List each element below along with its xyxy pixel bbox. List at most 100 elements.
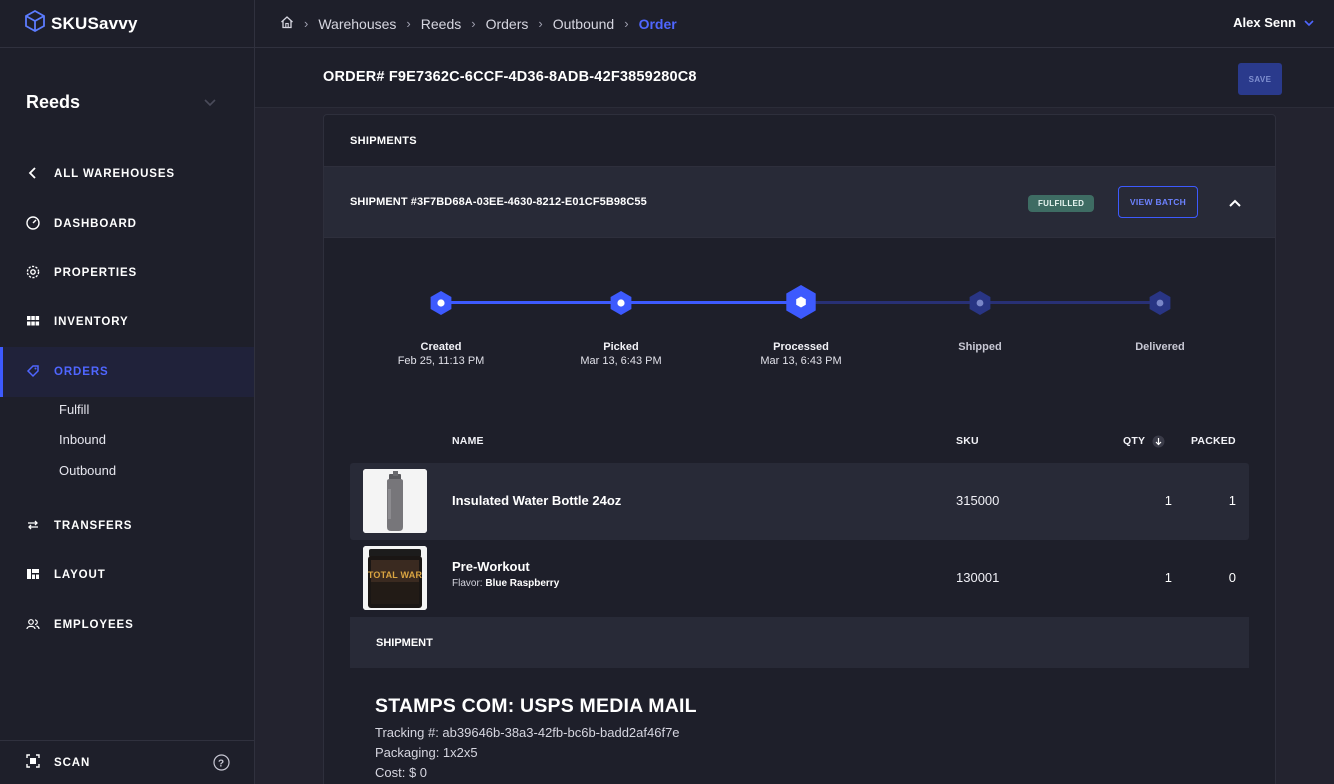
sidebar-item-label: INVENTORY [54, 316, 129, 328]
scan-button[interactable]: SCAN ? [0, 740, 254, 784]
page-title: ORDER# F9E7362C-6CCF-4D36-8ADB-42F385928… [323, 69, 697, 85]
scan-icon [26, 754, 40, 771]
column-sku[interactable]: SKU [956, 435, 979, 447]
breadcrumb-reeds[interactable]: Reeds [421, 16, 461, 32]
item-qty: 1 [1164, 493, 1172, 508]
shipment-id: SHIPMENT #3F7BD68A-03EE-4630-8212-E01CF5… [350, 196, 647, 208]
sidebar-subitem-fulfill[interactable]: Fulfill [59, 402, 89, 417]
breadcrumb-orders[interactable]: Orders [486, 16, 529, 32]
chevron-right-icon: › [624, 16, 629, 31]
chevron-right-icon: › [406, 16, 411, 31]
tag-icon [26, 364, 40, 381]
breadcrumb-warehouses[interactable]: Warehouses [318, 16, 396, 32]
sidebar-item-label: EMPLOYEES [54, 619, 134, 631]
users-icon [26, 617, 40, 634]
chevron-up-icon[interactable] [1228, 195, 1242, 213]
shipment-section-heading: SHIPMENT [350, 617, 1249, 668]
breadcrumb-outbound[interactable]: Outbound [553, 16, 615, 32]
shipments-card: SHIPMENTS SHIPMENT #3F7BD68A-03EE-4630-8… [323, 114, 1276, 784]
home-icon[interactable] [280, 15, 294, 32]
chevron-right-icon: › [471, 16, 476, 31]
table-row[interactable]: Insulated Water Bottle 24oz 315000 1 1 [350, 463, 1249, 540]
save-button[interactable]: SAVE [1238, 63, 1282, 95]
step-picked-icon [607, 289, 635, 322]
item-qty: 1 [1164, 570, 1172, 585]
shipments-heading: SHIPMENTS [324, 115, 1275, 167]
step-created-label: Created [420, 341, 462, 353]
column-qty[interactable]: QTY [1123, 435, 1145, 447]
items-table-header: NAME SKU QTY PACKED [324, 435, 1277, 449]
sidebar-item-layout[interactable]: LAYOUT [0, 559, 254, 591]
sidebar-item-inventory[interactable]: INVENTORY [0, 306, 254, 338]
view-batch-button[interactable]: VIEW BATCH [1118, 186, 1198, 218]
step-created-icon [427, 289, 455, 322]
shipping-cost: Cost: $ 0 [375, 765, 428, 780]
carrier-name: STAMPS COM: USPS MEDIA MAIL [375, 695, 697, 717]
sidebar-item-dashboard[interactable]: DASHBOARD [0, 208, 254, 240]
sidebar-item-label: TRANSFERS [54, 520, 133, 532]
step-processed-label: Processed [773, 341, 829, 353]
cube-logo-icon [25, 9, 45, 37]
sort-down-icon[interactable] [1152, 435, 1165, 453]
product-image-bottle [363, 469, 427, 533]
user-name: Alex Senn [1233, 15, 1296, 30]
svg-text:?: ? [218, 758, 225, 769]
chevron-left-icon [26, 166, 40, 183]
sidebar-subitem-outbound[interactable]: Outbound [59, 463, 116, 478]
order-header: ORDER# F9E7362C-6CCF-4D36-8ADB-42F385928… [255, 48, 1334, 108]
variant-value: Blue Raspberry [485, 578, 560, 589]
variant-label: Flavor: [452, 578, 483, 589]
packaging-info: Packaging: 1x2x5 [375, 745, 478, 760]
help-icon[interactable]: ? [213, 754, 230, 774]
sidebar-item-transfers[interactable]: TRANSFERS [0, 510, 254, 542]
item-packed: 1 [1228, 493, 1236, 508]
item-sku: 315000 [956, 493, 1000, 508]
chevron-down-icon [1304, 15, 1314, 30]
brand[interactable]: SKUSavvy [0, 0, 254, 48]
item-variant: Flavor: Blue Raspberry [452, 578, 559, 589]
step-processed-icon [782, 283, 820, 326]
step-picked-label: Picked [603, 341, 639, 353]
step-processed-date: Mar 13, 6:43 PM [760, 355, 842, 367]
warehouse-name: Reeds [26, 92, 81, 112]
item-packed: 0 [1228, 570, 1236, 585]
step-delivered-label: Delivered [1135, 341, 1185, 353]
sidebar-item-properties[interactable]: PROPERTIES [0, 257, 254, 289]
table-row[interactable]: TOTAL WAR Pre-Workout Flavor: Blue Raspb… [350, 540, 1249, 617]
sidebar-item-label: DASHBOARD [54, 218, 137, 230]
product-label-text: TOTAL WAR [367, 570, 423, 580]
shipment-header[interactable]: SHIPMENT #3F7BD68A-03EE-4630-8212-E01CF5… [324, 167, 1275, 238]
scan-label: SCAN [54, 756, 91, 769]
breadcrumb: › Warehouses › Reeds › Orders › Outbound… [280, 15, 677, 32]
step-created-date: Feb 25, 11:13 PM [397, 355, 485, 367]
sidebar: SKUSavvy Reeds ALL WAREHOUSES DASHBOARD … [0, 0, 255, 784]
chevron-right-icon: › [304, 16, 309, 31]
sidebar-item-all-warehouses[interactable]: ALL WAREHOUSES [0, 158, 254, 190]
gauge-icon [26, 215, 40, 233]
breadcrumb-current: Order [638, 15, 677, 32]
topbar: › Warehouses › Reeds › Orders › Outbound… [255, 0, 1334, 48]
column-packed[interactable]: PACKED [1191, 435, 1236, 447]
user-menu[interactable]: Alex Senn [1233, 15, 1314, 30]
product-image-preworkout: TOTAL WAR [363, 546, 427, 610]
step-shipped-label: Shipped [958, 341, 1002, 353]
chevron-down-icon [204, 94, 216, 112]
shipment-progress: Created Feb 25, 11:13 PM Picked Mar 13, … [324, 275, 1277, 375]
tracking-number[interactable]: Tracking #: ab39646b-38a3-42fb-bc6b-badd… [375, 725, 680, 740]
item-name: Pre-Workout [452, 559, 530, 574]
column-name[interactable]: NAME [452, 435, 484, 447]
sidebar-item-orders[interactable]: ORDERS [0, 347, 254, 397]
status-badge: FULFILLED [1028, 195, 1095, 212]
step-delivered-icon [1146, 289, 1174, 322]
arrows-icon [26, 518, 40, 535]
sidebar-item-label: PROPERTIES [54, 267, 138, 279]
sidebar-item-employees[interactable]: EMPLOYEES [0, 609, 254, 641]
item-sku: 130001 [956, 570, 1000, 585]
layout-icon [26, 567, 40, 584]
brand-name: SKUSavvy [51, 13, 138, 33]
sidebar-subitem-inbound[interactable]: Inbound [59, 432, 106, 447]
gear-icon [26, 265, 40, 282]
warehouse-select[interactable]: Reeds [26, 92, 216, 113]
item-name: Insulated Water Bottle 24oz [452, 493, 622, 508]
chevron-right-icon: › [538, 16, 543, 31]
